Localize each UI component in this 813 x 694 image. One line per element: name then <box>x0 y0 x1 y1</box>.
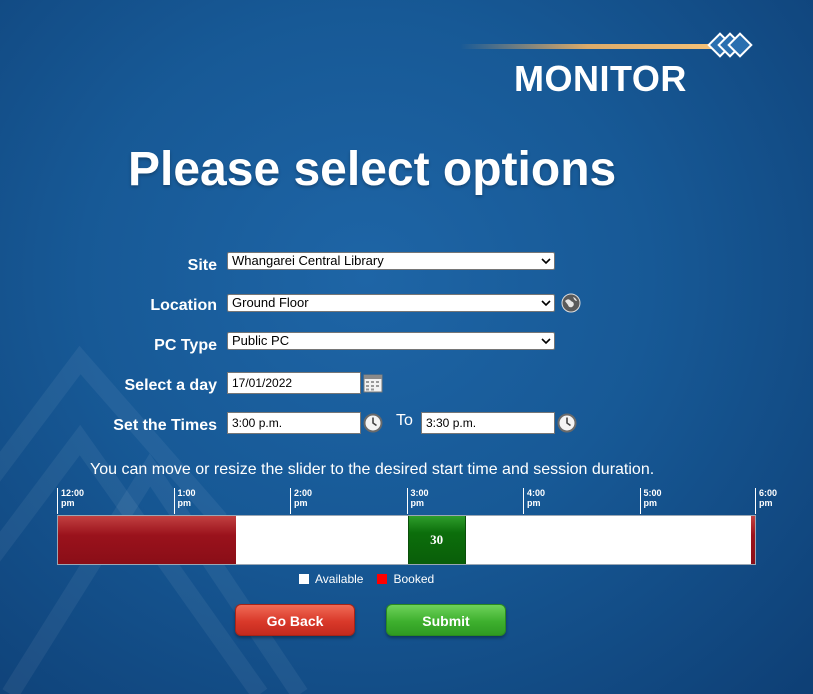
pc-type-select[interactable]: Public PC <box>227 332 555 350</box>
time-tick: 3:00 pm <box>406 488 429 514</box>
time-tick-ampm: pm <box>527 498 541 508</box>
times-label: Set the Times <box>113 417 217 434</box>
location-select-value: Ground Floor <box>232 295 309 310</box>
time-tick-ampm: pm <box>177 498 192 508</box>
time-tick-ampm: pm <box>61 498 75 508</box>
time-tick-ampm: pm <box>759 498 773 508</box>
time-tick-label: 3:00 <box>410 488 429 498</box>
chevron-down-icon <box>541 300 551 307</box>
site-select-value: Whangarei Central Library <box>232 253 384 268</box>
time-tick-label: 4:00 <box>527 488 546 498</box>
time-tick: 1:00 pm <box>173 488 196 514</box>
site-label: Site <box>187 257 217 274</box>
pc-type-select-value: Public PC <box>232 333 290 348</box>
site-select[interactable]: Whangarei Central Library <box>227 252 555 270</box>
location-select[interactable]: Ground Floor <box>227 294 555 312</box>
time-slider-track[interactable]: 30 <box>57 515 756 565</box>
legend-available-swatch <box>299 574 309 584</box>
clock-icon[interactable] <box>557 413 577 433</box>
chevron-down-icon <box>541 258 551 265</box>
day-input[interactable]: 17/01/2022 <box>227 372 361 394</box>
time-tick-ampm: pm <box>294 498 308 508</box>
booked-segment <box>58 516 237 564</box>
logo-text: MONITOR <box>514 58 687 99</box>
time-tick: 4:00 pm <box>523 488 545 514</box>
time-tick-ampm: pm <box>643 498 658 508</box>
booked-segment <box>751 516 755 564</box>
session-slider-handle[interactable]: 30 <box>407 516 466 564</box>
day-label: Select a day <box>124 377 218 394</box>
to-label: To <box>396 412 413 429</box>
time-tick: 5:00 pm <box>639 488 662 514</box>
time-tick: 6:00 pm <box>755 488 777 514</box>
calendar-icon[interactable] <box>363 373 383 393</box>
legend-booked-label: Booked <box>393 572 435 586</box>
page-title: Please select options <box>128 143 617 196</box>
submit-button[interactable]: Submit <box>386 604 506 636</box>
session-duration-label: 30 <box>430 532 444 547</box>
time-tick: 2:00 pm <box>290 488 312 514</box>
time-tick: 12:00 pm <box>57 488 84 514</box>
pc-type-label: PC Type <box>154 337 217 354</box>
time-scale: 12:00 pm 1:00 pm 2:00 pm 3:00 pm 4:00 pm 5:00 pm 6:0… <box>57 488 777 516</box>
chevron-down-icon <box>541 338 551 345</box>
legend-booked: Booked <box>377 572 434 586</box>
end-time-input[interactable]: 3:30 p.m. <box>421 412 555 434</box>
clock-icon[interactable] <box>363 413 383 433</box>
time-tick-ampm: pm <box>410 498 425 508</box>
legend-available: Available <box>299 572 363 586</box>
time-tick-label: 12:00 <box>61 488 85 498</box>
legend-available-label: Available <box>315 572 364 586</box>
legend: Available Booked <box>299 572 448 586</box>
time-tick-label: 2:00 <box>294 488 313 498</box>
time-tick-label: 6:00 <box>759 488 778 498</box>
globe-icon[interactable] <box>561 293 581 313</box>
go-back-button[interactable]: Go Back <box>235 604 355 636</box>
slider-instruction: You can move or resize the slider to the… <box>90 461 655 478</box>
start-time-input[interactable]: 3:00 p.m. <box>227 412 361 434</box>
legend-booked-swatch <box>377 574 388 584</box>
monitor-logo: MONITOR <box>460 30 765 100</box>
location-label: Location <box>150 297 217 314</box>
time-tick-label: 5:00 <box>643 488 662 498</box>
time-tick-label: 1:00 <box>177 488 196 498</box>
